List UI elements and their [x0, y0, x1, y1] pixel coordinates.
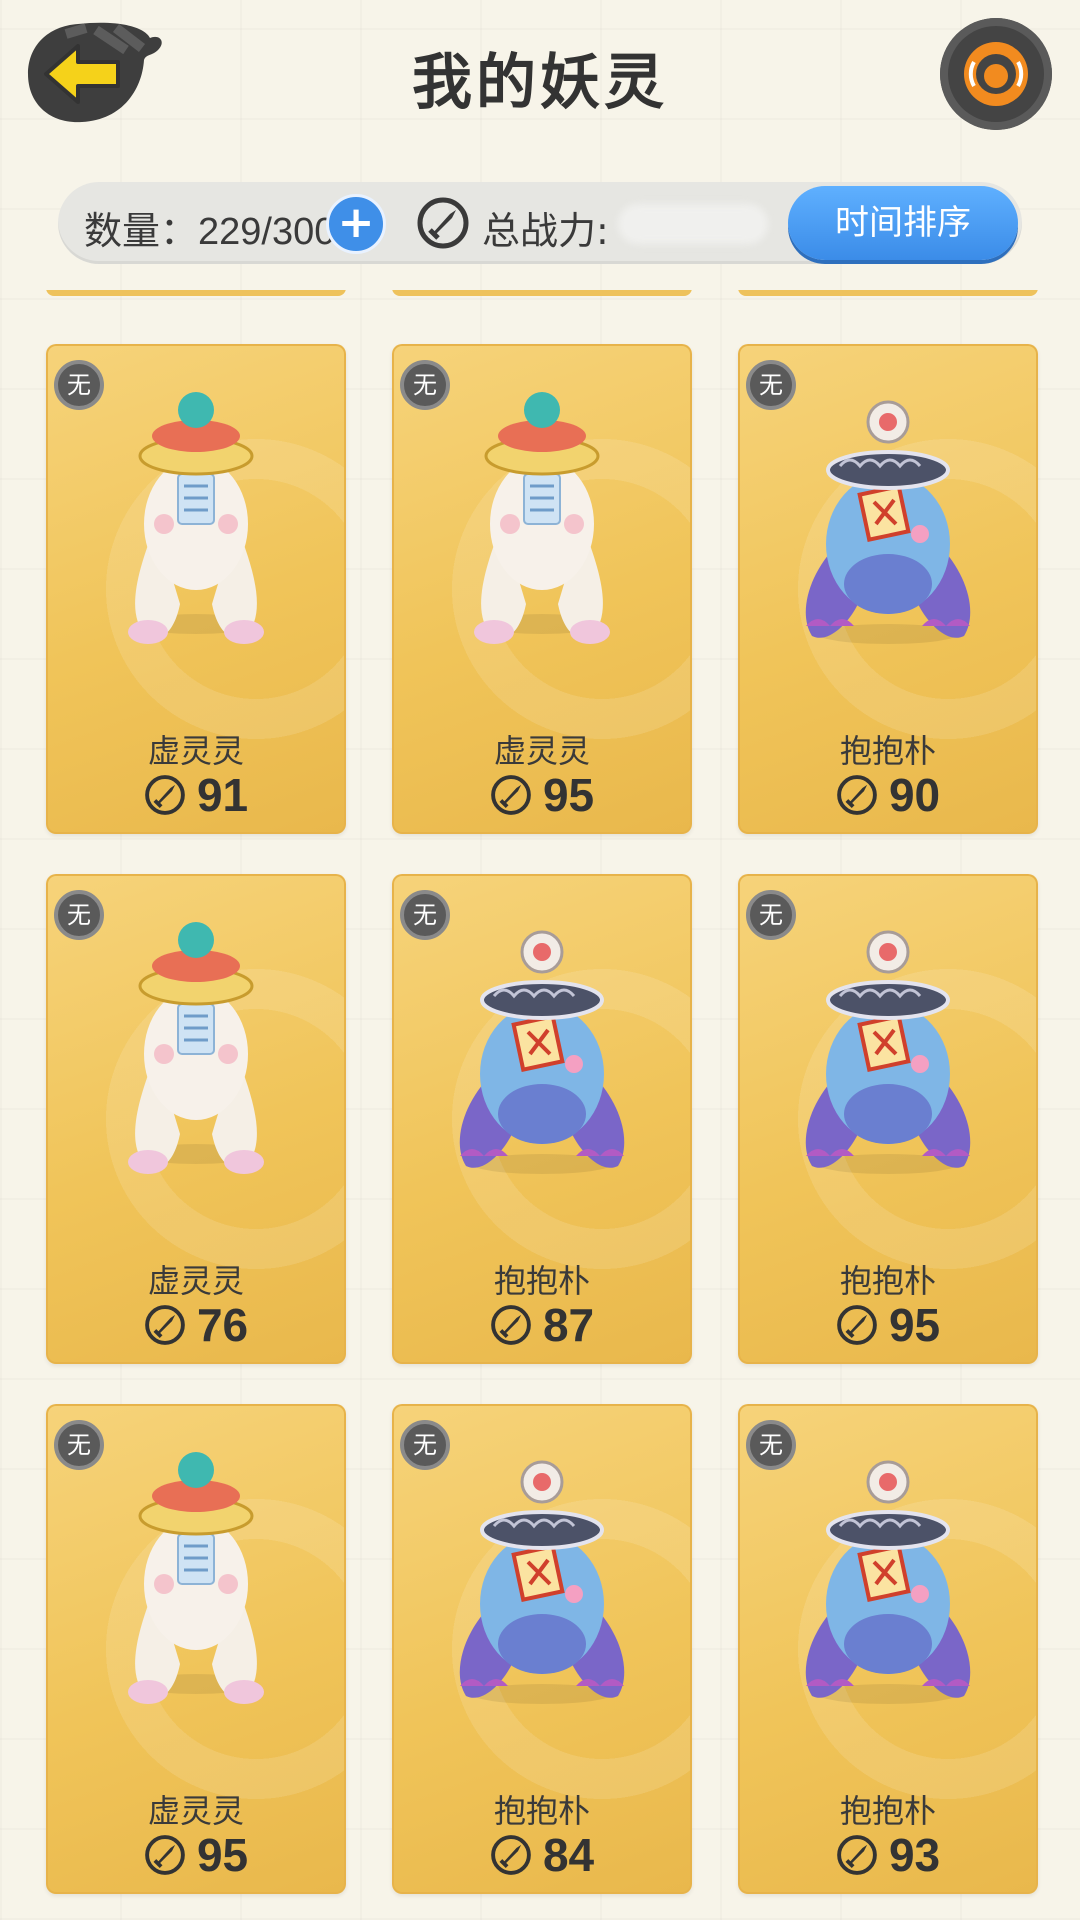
pet-card[interactable]: 无 虚灵灵 91 — [46, 344, 346, 834]
pet-name: 抱抱朴 — [493, 1792, 590, 1830]
pet-power: 84 — [392, 1828, 692, 1884]
pet-name: 抱抱朴 — [493, 1262, 590, 1300]
power-value: 87 — [542, 1299, 595, 1351]
sword-shield-icon — [490, 774, 532, 816]
total-power-label: 总战力: — [482, 209, 609, 253]
sword-shield-icon — [490, 1834, 532, 1876]
pet-card[interactable]: 无 虚灵灵 95 — [46, 1404, 346, 1894]
sword-shield-icon — [836, 774, 878, 816]
sword-shield-icon — [144, 1834, 186, 1876]
pet-card[interactable]: 无 虚灵灵 95 — [392, 344, 692, 834]
partial-card-top — [392, 290, 692, 296]
power-value: 95 — [888, 1299, 941, 1351]
partial-card-top — [46, 290, 346, 296]
pet-power: 95 — [738, 1298, 1038, 1354]
pet-grid: 无 虚灵灵 91 无 虚灵灵 95 无 抱抱朴 90 无 虚灵灵 76 无 抱抱… — [0, 290, 1080, 1920]
pet-name: 抱抱朴 — [839, 1792, 936, 1830]
header: 我的妖灵 — [0, 0, 1080, 170]
power-value: 76 — [196, 1299, 249, 1351]
pet-card[interactable]: 无 抱抱朴 93 — [738, 1404, 1038, 1894]
power-value: 91 — [196, 769, 249, 821]
sword-shield-icon — [416, 196, 470, 250]
creature-xuling-image — [442, 374, 642, 674]
pet-card[interactable]: 无 抱抱朴 87 — [392, 874, 692, 1364]
power-value: 90 — [888, 769, 941, 821]
creature-baobao-image — [788, 374, 988, 674]
sword-shield-icon — [144, 1304, 186, 1346]
pet-card[interactable]: 无 抱抱朴 90 — [738, 344, 1038, 834]
page-title: 我的妖灵 — [412, 48, 668, 118]
pet-name: 虚灵灵 — [147, 1792, 244, 1830]
pet-power: 95 — [392, 768, 692, 824]
total-power-value-hidden — [618, 204, 768, 244]
sword-shield-icon — [144, 774, 186, 816]
sword-shield-icon — [490, 1304, 532, 1346]
sword-shield-icon — [836, 1834, 878, 1876]
stats-bar: 数量：229/300 + 总战力: 时间排序 — [58, 182, 1022, 264]
creature-xuling-image — [96, 1434, 296, 1734]
power-value: 95 — [196, 1829, 249, 1881]
partial-card-top — [738, 290, 1038, 296]
pet-name: 虚灵灵 — [147, 732, 244, 770]
pet-power: 90 — [738, 768, 1038, 824]
creature-baobao-image — [442, 904, 642, 1204]
sort-by-time-button[interactable]: 时间排序 — [788, 186, 1018, 260]
refresh-button[interactable] — [940, 18, 1052, 130]
pet-power: 76 — [46, 1298, 346, 1354]
pet-count: 数量：229/300 — [84, 211, 336, 253]
power-value: 95 — [542, 769, 595, 821]
pet-power: 87 — [392, 1298, 692, 1354]
creature-baobao-image — [442, 1434, 642, 1734]
pet-card[interactable]: 无 虚灵灵 76 — [46, 874, 346, 1364]
pet-power: 93 — [738, 1828, 1038, 1884]
power-value: 84 — [542, 1829, 595, 1881]
creature-baobao-image — [788, 904, 988, 1204]
pet-power: 95 — [46, 1828, 346, 1884]
pet-power: 91 — [46, 768, 346, 824]
pet-name: 抱抱朴 — [839, 1262, 936, 1300]
creature-xuling-image — [96, 904, 296, 1204]
pet-card[interactable]: 无 抱抱朴 84 — [392, 1404, 692, 1894]
pet-name: 虚灵灵 — [147, 1262, 244, 1300]
pet-card[interactable]: 无 抱抱朴 95 — [738, 874, 1038, 1364]
sword-shield-icon — [836, 1304, 878, 1346]
pet-name: 抱抱朴 — [839, 732, 936, 770]
refresh-pet-icon — [964, 42, 1028, 106]
power-value: 93 — [888, 1829, 941, 1881]
creature-xuling-image — [96, 374, 296, 674]
pet-name: 虚灵灵 — [493, 732, 590, 770]
add-capacity-button[interactable]: + — [326, 194, 386, 254]
creature-baobao-image — [788, 1434, 988, 1734]
